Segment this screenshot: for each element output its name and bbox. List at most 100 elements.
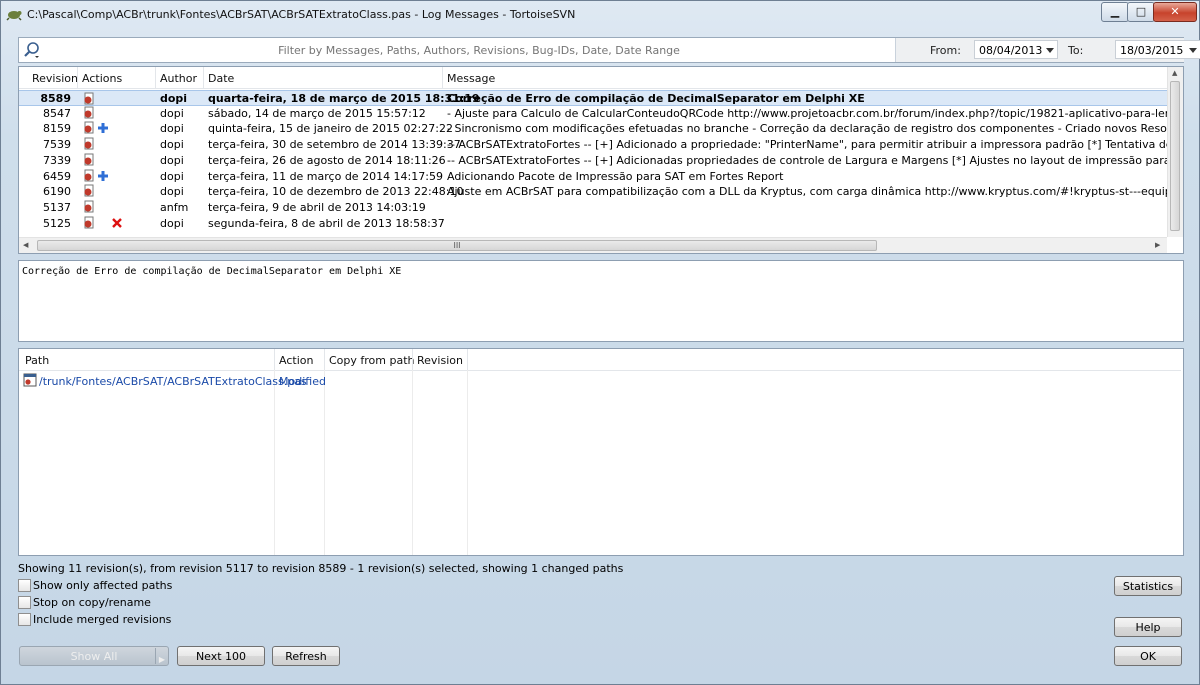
checkbox-label: Show only affected paths <box>33 579 173 592</box>
message-text[interactable]: Correção de Erro de compilação de Decima… <box>22 266 401 277</box>
maximize-button[interactable]: □ <box>1127 2 1155 22</box>
revision-list-header: Revision Actions Author Date Message <box>19 67 1167 89</box>
modified-icon <box>84 92 94 105</box>
path-row[interactable]: /trunk/Fontes/ACBrSAT/ACBrSATExtratoClas… <box>22 373 1172 389</box>
revision-cell: 8159 <box>43 122 71 136</box>
col-copy-from-path[interactable]: Copy from path <box>329 354 415 367</box>
revision-cell: 8589 <box>40 92 71 105</box>
next-100-button[interactable]: Next 100 <box>177 646 265 666</box>
col-author[interactable]: Author <box>160 72 197 85</box>
table-row[interactable]: 5137 anfm terça-feira, 9 de abril de 201… <box>19 200 1167 216</box>
checkbox-label: Include merged revisions <box>33 613 172 626</box>
revision-cell: 5137 <box>43 200 71 214</box>
horizontal-scroll-thumb[interactable]: III <box>37 240 877 251</box>
from-date-value: 08/04/2013 <box>979 44 1043 57</box>
revision-cell: 6190 <box>43 185 71 199</box>
table-row[interactable]: 7339 dopi terça-feira, 26 de agosto de 2… <box>19 153 1167 169</box>
deleted-icon <box>112 217 122 228</box>
filter-bar: From: 08/04/2013 To: 18/03/2015 <box>18 37 1200 63</box>
message-cell: Ajuste em ACBrSAT para compatibilização … <box>447 185 1167 199</box>
table-row[interactable]: 8589 dopi quarta-feira, 18 de março de 2… <box>19 90 1167 106</box>
scroll-up-icon[interactable]: ▲ <box>1172 69 1177 77</box>
title-bar[interactable]: C:\Pascal\Comp\ACBr\trunk\Fontes\ACBrSAT… <box>1 1 1199 27</box>
author-cell: dopi <box>160 138 184 152</box>
checkbox-box[interactable] <box>18 579 31 592</box>
checkbox-box[interactable] <box>18 596 31 609</box>
modified-icon <box>84 169 94 181</box>
message-cell: - Sincronismo com modificações efetuadas… <box>447 122 1167 136</box>
revision-cell: 7539 <box>43 138 71 152</box>
author-cell: dopi <box>160 169 184 183</box>
help-button[interactable]: Help <box>1114 617 1182 637</box>
author-cell: dopi <box>160 92 188 105</box>
modified-icon <box>84 121 94 134</box>
table-row[interactable]: 8547 dopi sábado, 14 de março de 2015 15… <box>19 106 1167 122</box>
revision-list[interactable]: Revision Actions Author Date Message 858… <box>18 66 1184 254</box>
refresh-button[interactable]: Refresh <box>272 646 340 666</box>
col-actions[interactable]: Actions <box>82 72 122 85</box>
date-cell: terça-feira, 9 de abril de 2013 14:03:19 <box>208 200 426 214</box>
scroll-right-icon[interactable]: ▶ <box>1155 241 1160 249</box>
to-date-picker[interactable]: 18/03/2015 <box>1115 40 1200 59</box>
col-revision[interactable]: Revision <box>417 354 463 367</box>
vertical-scrollbar[interactable]: ▲ <box>1167 67 1183 237</box>
filter-input[interactable] <box>47 40 911 60</box>
date-cell: terça-feira, 26 de agosto de 2014 18:11:… <box>208 153 446 167</box>
checkbox-box[interactable] <box>18 613 31 626</box>
added-icon <box>98 123 108 134</box>
path-cell: /trunk/Fontes/ACBrSAT/ACBrSATExtratoClas… <box>39 375 307 388</box>
message-cell: -- ACBrSATExtratoFortes -- [+] Adicionad… <box>447 138 1167 152</box>
table-row[interactable]: 7539 dopi terça-feira, 30 de setembro de… <box>19 137 1167 153</box>
message-cell: -- ACBrSATExtratoFortes -- [+] Adicionad… <box>447 153 1167 167</box>
revision-cell: 8547 <box>43 106 71 120</box>
date-cell: terça-feira, 11 de março de 2014 14:17:5… <box>208 169 443 183</box>
date-cell: segunda-feira, 8 de abril de 2013 18:58:… <box>208 216 445 230</box>
checkbox-label: Stop on copy/rename <box>33 596 151 609</box>
message-pane[interactable]: Correção de Erro de compilação de Decima… <box>18 260 1184 342</box>
scroll-left-icon[interactable]: ◀ <box>23 241 28 249</box>
minimize-button[interactable]: ▁ <box>1101 2 1129 22</box>
table-row[interactable]: 5125 dopi segunda-feira, 8 de abril de 2… <box>19 216 1167 232</box>
show-all-button[interactable]: Show All ▶ <box>19 646 169 666</box>
modified-icon <box>84 153 94 166</box>
modified-icon <box>84 137 94 150</box>
chevron-down-icon <box>1046 48 1054 53</box>
paths-header: Path Action Copy from path Revision <box>19 349 1181 371</box>
file-modified-icon <box>23 373 37 387</box>
changed-paths-list[interactable]: Path Action Copy from path Revision /tru… <box>18 348 1184 556</box>
tortoisesvn-icon <box>6 11 22 21</box>
close-button[interactable]: ✕ <box>1153 2 1197 22</box>
from-label: From: <box>930 44 961 57</box>
date-cell: terça-feira, 10 de dezembro de 2013 22:4… <box>208 185 464 199</box>
col-message[interactable]: Message <box>447 72 495 85</box>
horizontal-scrollbar[interactable]: ◀ III ▶ <box>19 237 1167 253</box>
date-cell: quarta-feira, 18 de março de 2015 18:31:… <box>208 92 480 105</box>
table-row[interactable]: 6459 dopi terça-feira, 11 de março de 20… <box>19 169 1167 185</box>
date-cell: sábado, 14 de março de 2015 15:57:12 <box>208 106 426 120</box>
statistics-button[interactable]: Statistics <box>1114 576 1182 596</box>
revision-cell: 7339 <box>43 153 71 167</box>
vertical-scroll-thumb[interactable] <box>1170 81 1180 231</box>
dropdown-arrow-icon[interactable]: ▶ <box>159 650 165 669</box>
modified-icon <box>84 200 94 213</box>
table-row[interactable]: 6190 dopi terça-feira, 10 de dezembro de… <box>19 184 1167 200</box>
search-icon[interactable] <box>23 41 41 59</box>
revision-rows: 8589 dopi quarta-feira, 18 de março de 2… <box>19 90 1167 236</box>
from-date-picker[interactable]: 08/04/2013 <box>974 40 1058 59</box>
col-path[interactable]: Path <box>25 354 49 367</box>
author-cell: dopi <box>160 153 184 167</box>
col-action[interactable]: Action <box>279 354 313 367</box>
table-row[interactable]: 8159 dopi quinta-feira, 15 de janeiro de… <box>19 121 1167 137</box>
date-range-area: From: 08/04/2013 To: 18/03/2015 <box>895 38 1200 62</box>
message-cell: Correção de Erro de compilação de Decima… <box>447 92 865 105</box>
col-revision[interactable]: Revision <box>32 72 78 85</box>
author-cell: anfm <box>160 200 189 214</box>
status-text: Showing 11 revision(s), from revision 51… <box>18 562 624 575</box>
date-cell: quinta-feira, 15 de janeiro de 2015 02:2… <box>208 122 453 136</box>
chevron-down-icon <box>1189 48 1197 53</box>
log-messages-window: C:\Pascal\Comp\ACBr\trunk\Fontes\ACBrSAT… <box>0 0 1200 685</box>
col-date[interactable]: Date <box>208 72 234 85</box>
ok-button[interactable]: OK <box>1114 646 1182 666</box>
revision-cell: 5125 <box>43 216 71 230</box>
to-date-value: 18/03/2015 <box>1120 44 1184 57</box>
